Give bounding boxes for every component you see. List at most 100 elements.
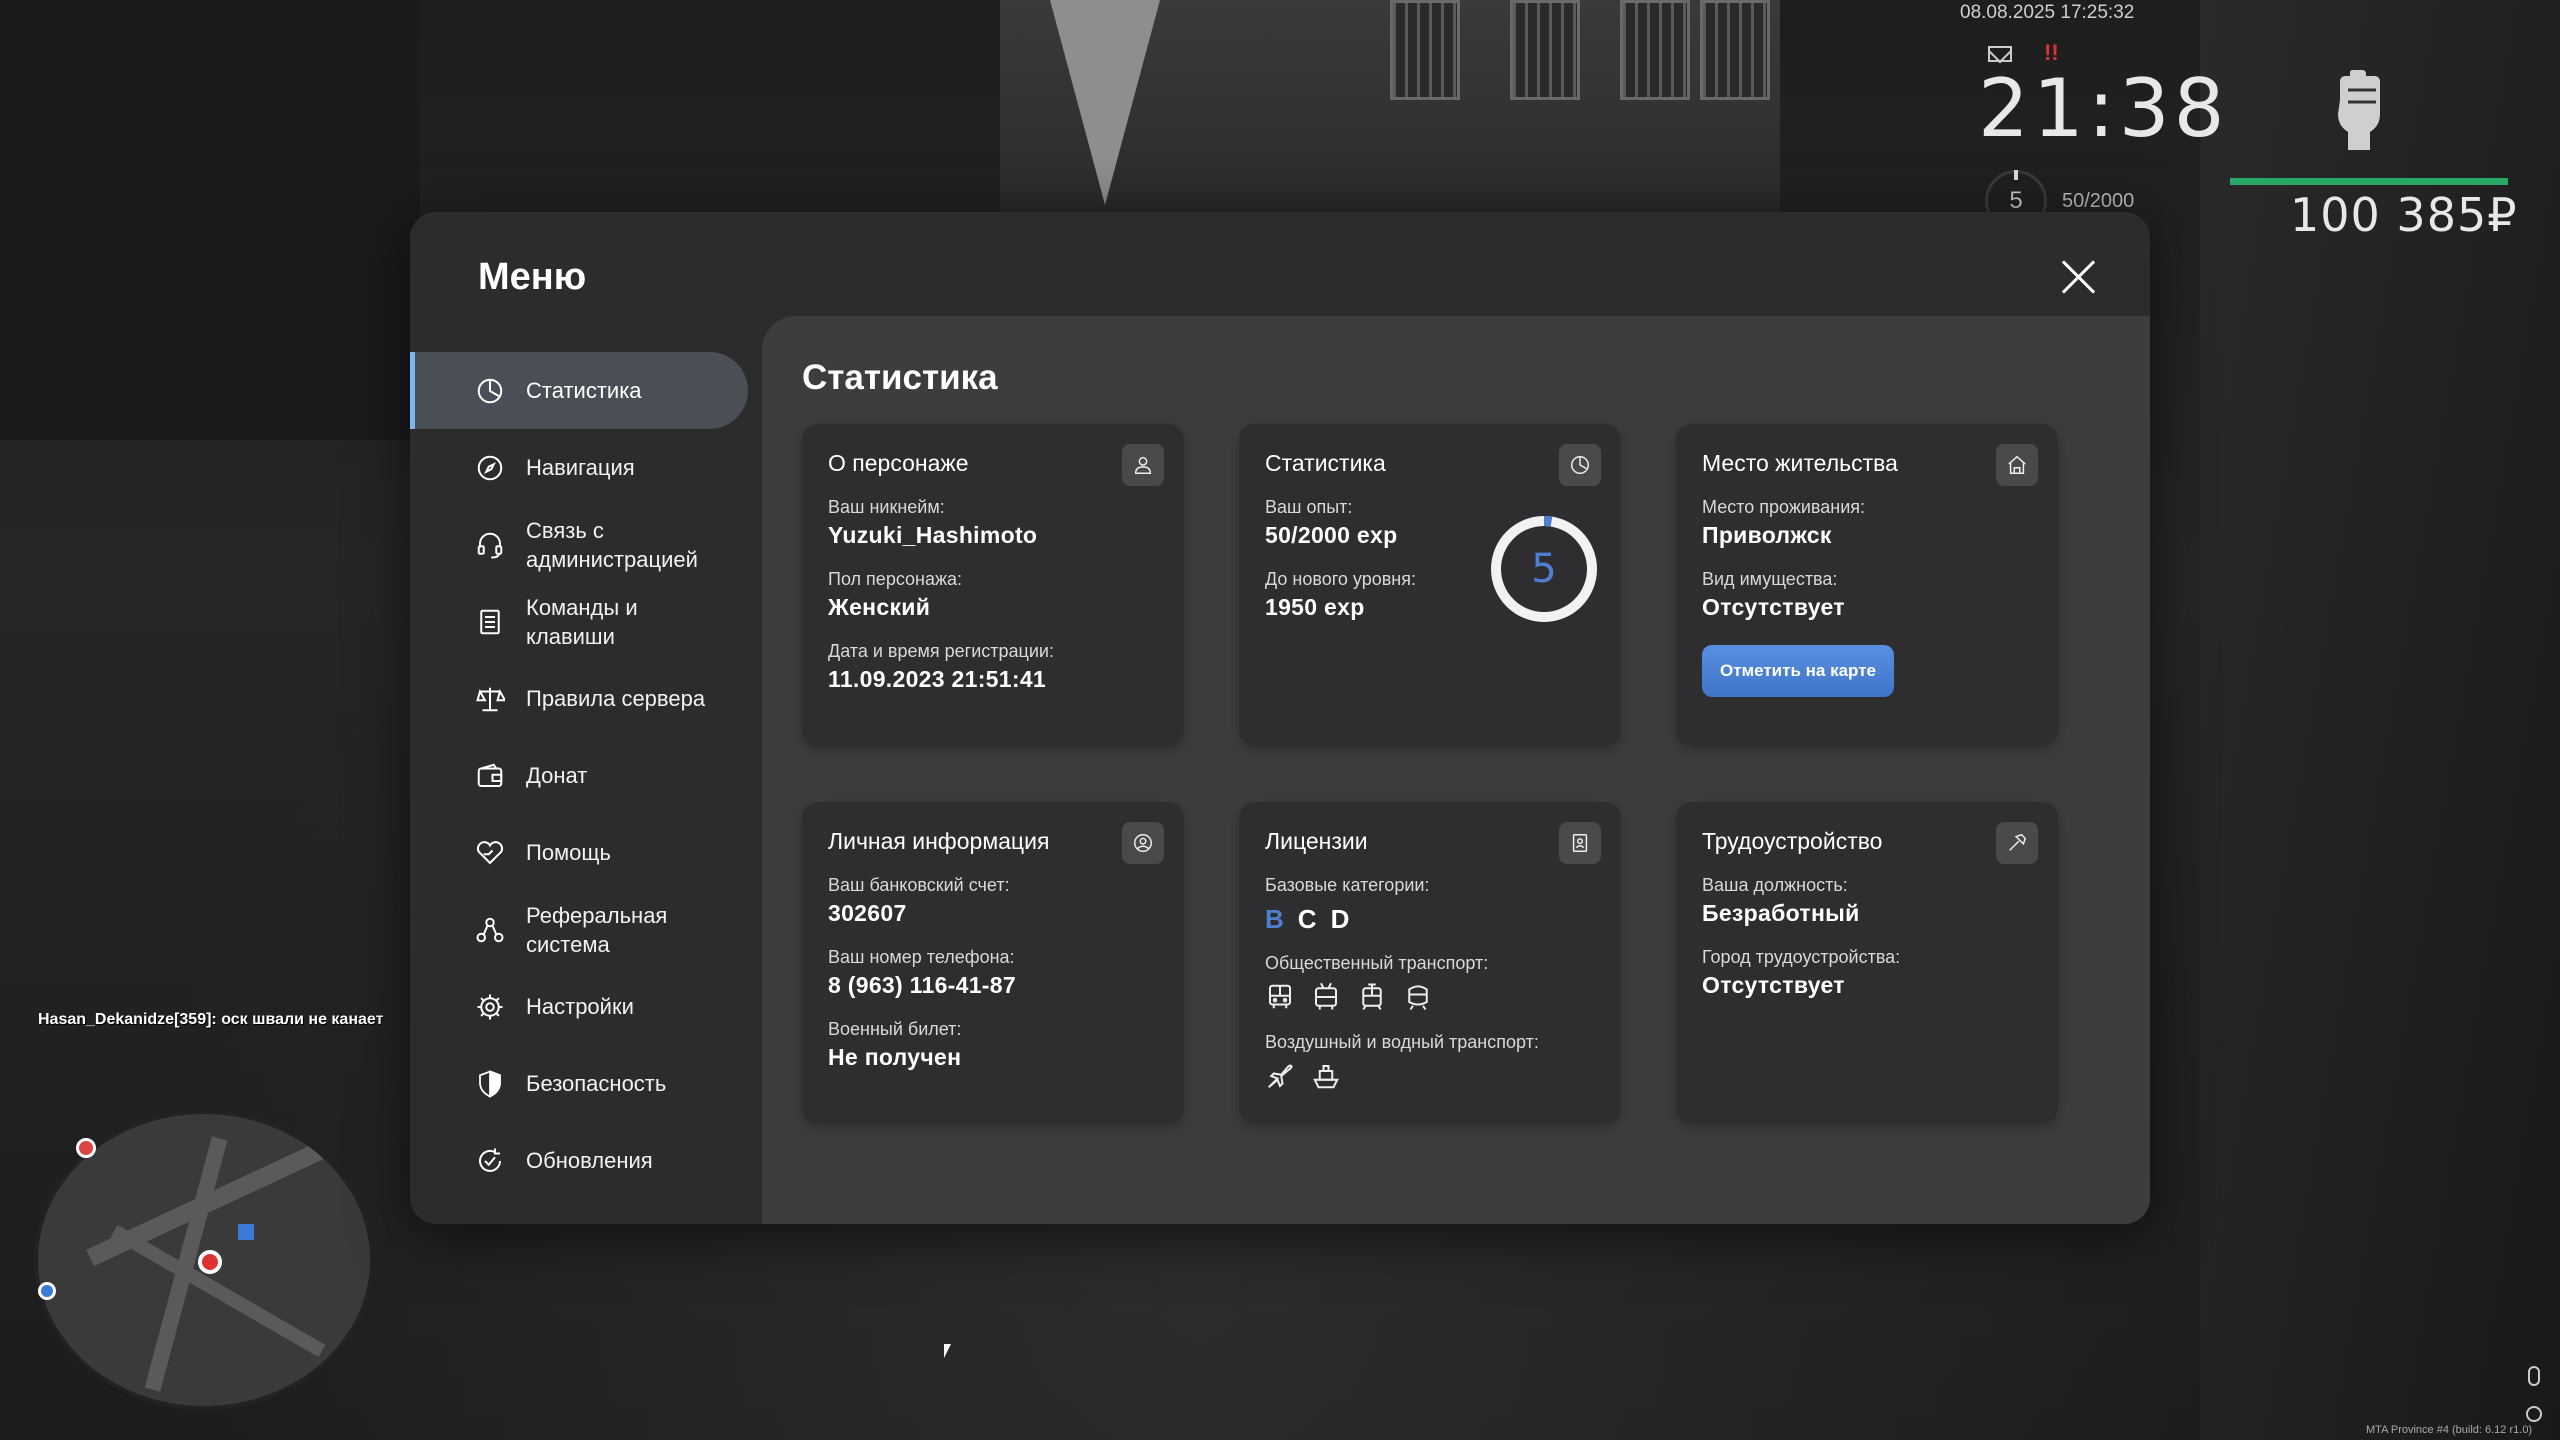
card-title: О персонаже xyxy=(828,450,969,476)
employment-card: Трудоустройство Ваша должность: Безработ… xyxy=(1676,802,2058,1124)
map-blip xyxy=(238,1224,254,1240)
card-title: Трудоустройство xyxy=(1702,828,1883,854)
nickname-label: Ваш никнейм: xyxy=(828,497,945,517)
airplane-icon xyxy=(1265,1061,1295,1091)
close-button[interactable] xyxy=(2060,258,2098,296)
sidebar-item-help[interactable]: Помощь xyxy=(410,814,748,891)
registration-value: 11.09.2023 21:51:41 xyxy=(828,666,1047,692)
sidebar-item-referral[interactable]: Реферальная система xyxy=(410,891,748,968)
page-title: Статистика xyxy=(802,358,998,397)
sidebar-item-label: Помощь xyxy=(526,840,611,865)
tram-icon xyxy=(1357,982,1387,1012)
compass-icon xyxy=(474,452,506,484)
bus-icon xyxy=(1265,982,1295,1012)
public-transport-icons xyxy=(1265,982,1595,1012)
license-category-b: B xyxy=(1265,904,1284,934)
character-card: О персонаже Ваш никнейм: Yuzuki_Hashimot… xyxy=(802,424,1184,746)
sidebar-item-label: Реферальная система xyxy=(526,902,668,957)
sidebar-item-label: Безопасность xyxy=(526,1071,667,1096)
chat-message: Hasan_Dekanidze[359]: оск швали не канае… xyxy=(38,1011,384,1028)
residence-card: Место жительства Место проживания: Приво… xyxy=(1676,424,2058,746)
referral-icon xyxy=(474,914,506,946)
trolleybus-icon xyxy=(1311,982,1341,1012)
player-marker-icon xyxy=(198,1250,222,1274)
sidebar-item-security[interactable]: Безопасность xyxy=(410,1045,748,1122)
background-window xyxy=(1390,0,1460,100)
sidebar-item-label: Донат xyxy=(526,763,588,788)
background-window xyxy=(1620,0,1690,100)
licenses-card: Лицензии Базовые категории: B C D Общест… xyxy=(1239,802,1621,1124)
property-label: Вид имущества: xyxy=(1702,569,1838,589)
background-window xyxy=(1700,0,1770,100)
sidebar-item-admin-contact[interactable]: Связь с администрацией xyxy=(410,506,748,583)
background-window xyxy=(1510,0,1580,100)
sidebar-item-navigation[interactable]: Навигация xyxy=(410,429,748,506)
refresh-check-icon xyxy=(474,1145,506,1177)
mark-on-map-button[interactable]: Отметить на карте xyxy=(1702,645,1894,697)
military-label: Военный билет: xyxy=(828,1019,962,1039)
license-categories: B C D xyxy=(1265,904,1595,935)
ship-icon xyxy=(1311,1061,1341,1091)
document-icon xyxy=(474,606,506,638)
card-title: Статистика xyxy=(1265,450,1386,476)
pie-chart-icon xyxy=(1559,444,1601,486)
gender-label: Пол персонажа: xyxy=(828,569,963,589)
handshake-heart-icon xyxy=(474,837,506,869)
license-category-d: D xyxy=(1330,904,1350,934)
employment-city-value: Отсутствует xyxy=(1702,972,1845,998)
employment-city-label: Город трудоустройства: xyxy=(1702,947,1901,967)
sidebar-item-label: Команды и клавиши xyxy=(526,594,638,649)
public-transport-label: Общественный транспорт: xyxy=(1265,953,1489,973)
build-info: MTA Province #4 (build: 6.12 r1.0) xyxy=(2366,1424,2533,1436)
license-icon xyxy=(1559,822,1601,864)
microphone-icon xyxy=(2528,1366,2540,1386)
hud-exp: 50/2000 xyxy=(2062,190,2135,212)
statistics-panel: Статистика О персонаже Ваш никнейм: Yuzu… xyxy=(762,316,2150,1224)
hud-money: 100 385₽ xyxy=(2290,188,2518,242)
sidebar-item-label: Правила сервера xyxy=(526,686,706,711)
gear-icon xyxy=(474,991,506,1023)
menu-modal: Меню Статистика Навигация Связь с админи… xyxy=(410,212,2150,1224)
card-title: Лицензии xyxy=(1265,828,1368,854)
sidebar-item-updates[interactable]: Обновления xyxy=(410,1122,748,1199)
scales-icon xyxy=(474,683,506,715)
hud-level: 5 xyxy=(2009,187,2023,214)
headset-icon xyxy=(474,529,506,561)
hammer-icon xyxy=(1996,822,2038,864)
registration-label: Дата и время регистрации: xyxy=(828,641,1054,661)
property-value: Отсутствует xyxy=(1702,594,1845,620)
nickname-value: Yuzuki_Hashimoto xyxy=(828,522,1038,548)
air-water-transport-icons xyxy=(1265,1061,1595,1091)
base-categories-label: Базовые категории: xyxy=(1265,875,1430,895)
sidebar-item-rules[interactable]: Правила сервера xyxy=(410,660,748,737)
user-icon xyxy=(1122,444,1164,486)
sidebar-item-settings[interactable]: Настройки xyxy=(410,968,748,1045)
hud-datetime: 08.08.2025 17:25:32 xyxy=(1960,2,2135,23)
mouse-cursor xyxy=(944,1344,951,1358)
gender-value: Женский xyxy=(828,594,931,620)
menu-title: Меню xyxy=(478,256,587,298)
sidebar-item-commands[interactable]: Команды и клавиши xyxy=(410,583,748,660)
card-title: Место жительства xyxy=(1702,450,1898,476)
map-waypoint-icon xyxy=(38,1282,56,1300)
sidebar-item-label: Статистика xyxy=(526,378,642,403)
gps-icon xyxy=(2526,1406,2542,1422)
position-value: Безработный xyxy=(1702,900,1860,926)
bank-value: 302607 xyxy=(828,900,907,926)
air-water-transport-label: Воздушный и водный транспорт: xyxy=(1265,1032,1539,1052)
residence-label: Место проживания: xyxy=(1702,497,1866,517)
residence-value: Приволжск xyxy=(1702,522,1832,548)
phone-value: 8 (963) 116-41-87 xyxy=(828,972,1016,998)
level-value: 5 xyxy=(1531,546,1557,592)
sidebar-item-label: Навигация xyxy=(526,455,635,480)
sidebar-item-donate[interactable]: Донат xyxy=(410,737,748,814)
bank-label: Ваш банковский счет: xyxy=(828,875,1010,895)
position-label: Ваша должность: xyxy=(1702,875,1848,895)
house-icon xyxy=(1996,444,2038,486)
background-wall xyxy=(0,0,420,440)
card-title: Личная информация xyxy=(828,828,1050,854)
fist-icon xyxy=(2328,70,2390,150)
hud-clock: 21:38 xyxy=(1978,62,2229,155)
sidebar-item-statistics[interactable]: Статистика xyxy=(410,352,748,429)
metro-icon xyxy=(1403,982,1433,1012)
